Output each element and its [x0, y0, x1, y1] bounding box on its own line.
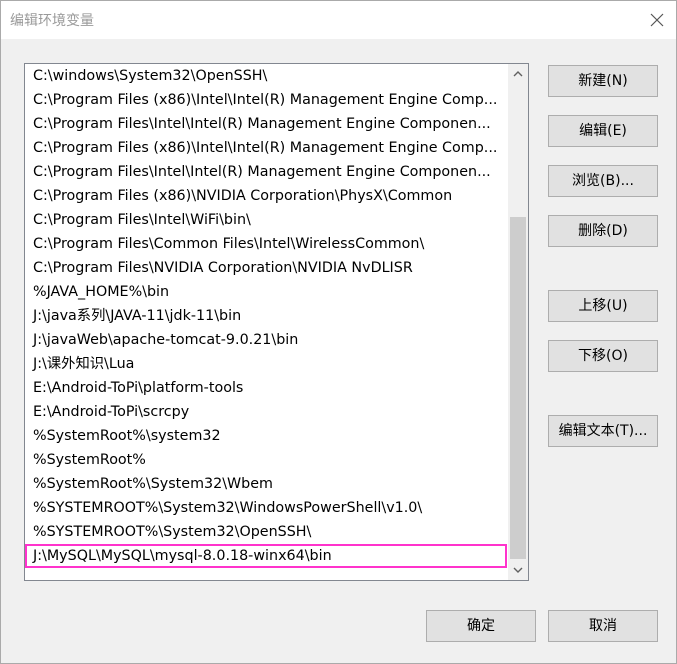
path-list-item[interactable]: %SystemRoot%: [25, 448, 507, 472]
vertical-scrollbar[interactable]: [508, 64, 528, 580]
close-button[interactable]: [641, 5, 673, 35]
path-list-item[interactable]: J:\MySQL\MySQL\mysql-8.0.18-winx64\bin: [25, 544, 507, 568]
delete-button[interactable]: 删除(D): [548, 215, 658, 247]
cancel-button[interactable]: 取消: [548, 610, 658, 642]
path-list-item[interactable]: J:\课外知识\Lua: [25, 352, 507, 376]
path-list-item[interactable]: C:\Program Files\NVIDIA Corporation\NVID…: [25, 256, 507, 280]
path-list-item[interactable]: E:\Android-ToPi\platform-tools: [25, 376, 507, 400]
edit-button[interactable]: 编辑(E): [548, 115, 658, 147]
path-list-item[interactable]: C:\Program Files\Common Files\Intel\Wire…: [25, 232, 507, 256]
path-list-item[interactable]: %SYSTEMROOT%\System32\WindowsPowerShell\…: [25, 496, 507, 520]
path-list-item[interactable]: C:\windows\System32\OpenSSH\: [25, 64, 507, 88]
path-list-item[interactable]: %JAVA_HOME%\bin: [25, 280, 507, 304]
path-list-item[interactable]: J:\java系列\JAVA-11\jdk-11\bin: [25, 304, 507, 328]
path-list-item[interactable]: %SystemRoot%\system32: [25, 424, 507, 448]
chevron-up-icon: [513, 71, 523, 77]
path-list-item[interactable]: %SYSTEMROOT%\System32\OpenSSH\: [25, 520, 507, 544]
path-list-item[interactable]: C:\Program Files (x86)\NVIDIA Corporatio…: [25, 184, 507, 208]
close-icon: [650, 13, 664, 27]
path-list-item[interactable]: C:\Program Files (x86)\Intel\Intel(R) Ma…: [25, 136, 507, 160]
path-list-item[interactable]: C:\Program Files\Intel\WiFi\bin\: [25, 208, 507, 232]
chevron-down-icon: [513, 567, 523, 573]
path-list-item[interactable]: C:\Program Files (x86)\Intel\Intel(R) Ma…: [25, 88, 507, 112]
scroll-down-button[interactable]: [508, 560, 528, 580]
title-bar: 编辑环境变量: [1, 1, 676, 39]
move-down-button[interactable]: 下移(O): [548, 340, 658, 372]
path-list-item[interactable]: J:\javaWeb\apache-tomcat-9.0.21\bin: [25, 328, 507, 352]
ok-button[interactable]: 确定: [426, 610, 536, 642]
path-list-item[interactable]: E:\Android-ToPi\scrcpy: [25, 400, 507, 424]
path-list-item[interactable]: C:\Program Files\Intel\Intel(R) Manageme…: [25, 112, 507, 136]
move-up-button[interactable]: 上移(U): [548, 290, 658, 322]
path-list-item[interactable]: %SystemRoot%\System32\Wbem: [25, 472, 507, 496]
path-list-item[interactable]: C:\Program Files\Intel\Intel(R) Manageme…: [25, 160, 507, 184]
scrollbar-thumb[interactable]: [510, 217, 526, 559]
scroll-up-button[interactable]: [508, 64, 528, 84]
path-list[interactable]: C:\windows\System32\OpenSSH\ C:\Program F…: [24, 63, 529, 581]
browse-button[interactable]: 浏览(B)...: [548, 165, 658, 197]
window-title: 编辑环境变量: [10, 13, 94, 29]
path-list-rows: C:\windows\System32\OpenSSH\ C:\Program F…: [25, 64, 507, 568]
new-button[interactable]: 新建(N): [548, 65, 658, 97]
edit-text-button[interactable]: 编辑文本(T)...: [548, 415, 658, 447]
edit-env-var-dialog: 编辑环境变量 C:\windows\System32\OpenSSH\ C:\Pr…: [0, 0, 677, 664]
